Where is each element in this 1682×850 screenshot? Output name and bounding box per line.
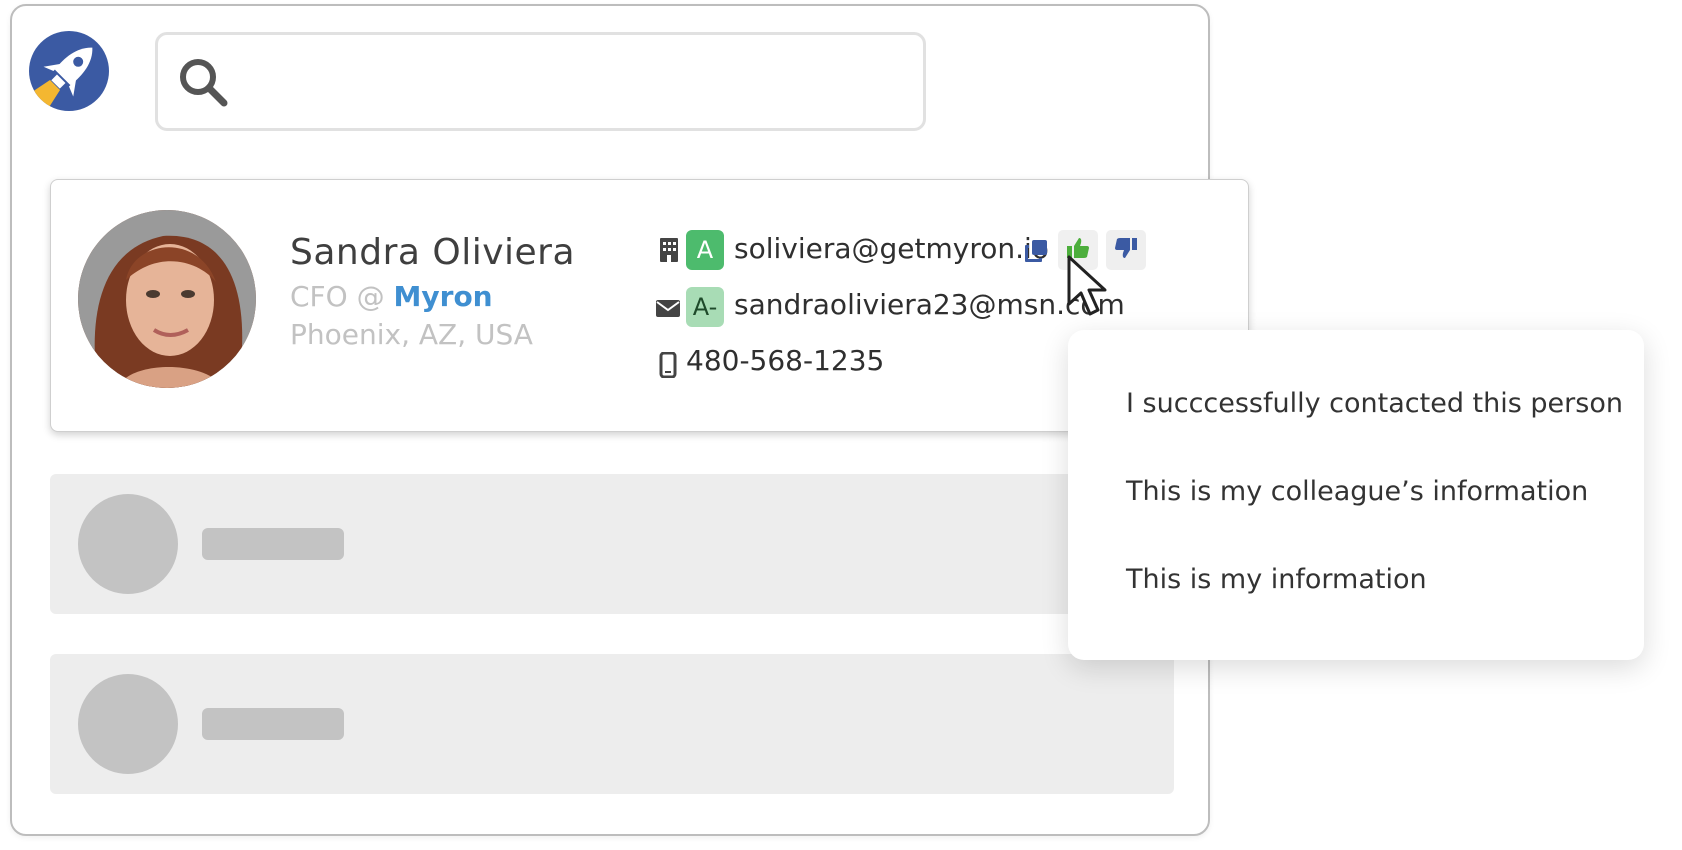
- copy-icon[interactable]: [1023, 238, 1049, 264]
- contact-title: CFO @ Myron: [290, 280, 493, 313]
- company-link[interactable]: Myron: [394, 280, 493, 313]
- text-placeholder: [202, 708, 344, 740]
- thumbs-down-icon: [1113, 235, 1139, 265]
- envelope-icon: [655, 295, 681, 321]
- list-item-placeholder: [50, 474, 1174, 614]
- mobile-phone-icon: [655, 351, 681, 379]
- avatar-placeholder: [78, 674, 178, 774]
- text-placeholder: [202, 528, 344, 560]
- contact-location: Phoenix, AZ, USA: [290, 318, 533, 351]
- search-input[interactable]: [155, 32, 926, 131]
- at-sign: @: [356, 280, 385, 313]
- email-grade-badge: A: [686, 230, 724, 270]
- contact-role: CFO: [290, 280, 348, 313]
- work-email[interactable]: soliviera@getmyron.io: [734, 232, 1049, 265]
- feedback-dropdown: I succcessfully contacted this person Th…: [1068, 330, 1644, 660]
- phone-number[interactable]: 480-568-1235: [686, 344, 884, 377]
- avatar-placeholder: [78, 494, 178, 594]
- mouse-cursor-icon: [1066, 254, 1110, 320]
- feedback-option-mine[interactable]: This is my information: [1126, 564, 1427, 595]
- search-icon: [176, 55, 232, 111]
- contact-name: Sandra Oliviera: [290, 232, 576, 273]
- email-grade-badge: A-: [686, 287, 724, 327]
- rocket-logo-icon[interactable]: [28, 30, 110, 112]
- feedback-option-contacted[interactable]: I succcessfully contacted this person: [1126, 388, 1623, 419]
- avatar: [78, 210, 256, 388]
- list-item-placeholder: [50, 654, 1174, 794]
- building-icon: [656, 237, 682, 263]
- thumbs-down-button[interactable]: [1106, 230, 1146, 270]
- feedback-option-colleague[interactable]: This is my colleague’s information: [1126, 476, 1588, 507]
